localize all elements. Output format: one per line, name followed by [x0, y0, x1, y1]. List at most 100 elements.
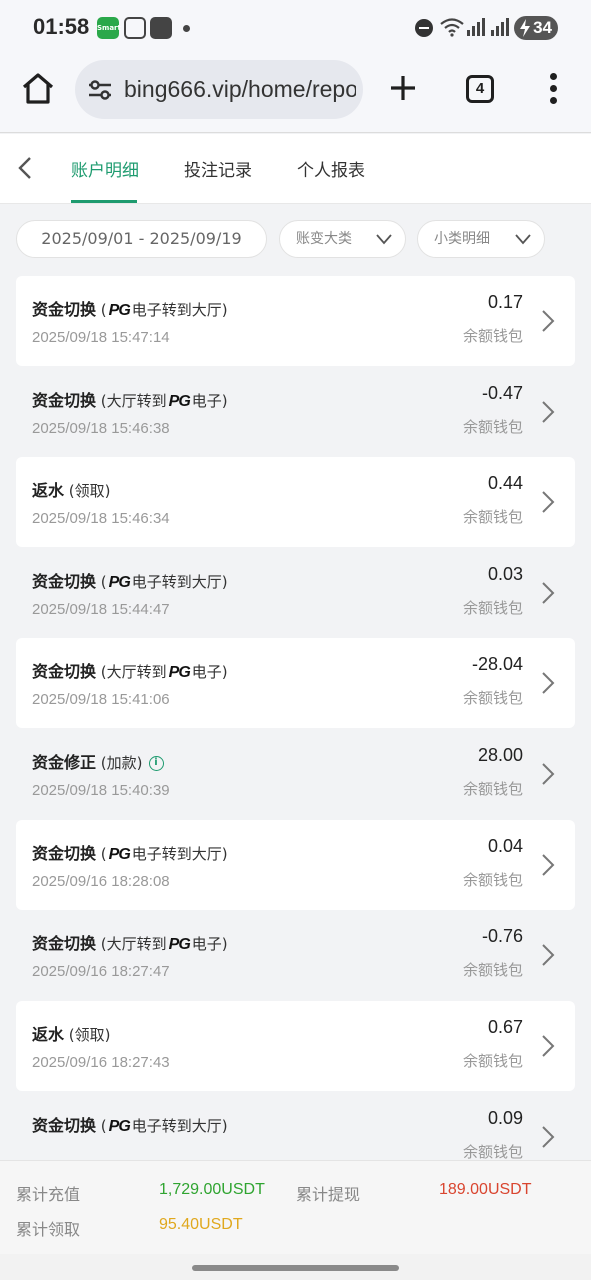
- list-item[interactable]: 资金切换 (大厅转到 PG 电子) 2025/09/16 18:27:47 -0.7…: [16, 910, 575, 1000]
- subcategory-select-label: 小类明细: [434, 231, 490, 247]
- chevron-right-icon: [542, 854, 555, 876]
- gesture-bar[interactable]: [192, 1265, 399, 1271]
- record-wallet: 余额钱包: [462, 1052, 523, 1070]
- smart-app-icon: Smart: [97, 17, 121, 39]
- record-amount: 0.67: [487, 1017, 523, 1037]
- total-withdraw-value: 189.00USDT: [439, 1181, 532, 1198]
- total-claim-value: 95.40USDT: [159, 1216, 243, 1233]
- address-bar[interactable]: bing666.vip/home/repo: [75, 60, 363, 119]
- record-wallet: 余额钱包: [462, 780, 523, 798]
- chevron-right-icon: [542, 401, 555, 423]
- url-text[interactable]: bing666.vip/home/repo: [124, 76, 356, 103]
- signal-icon: [491, 18, 509, 36]
- home-icon[interactable]: [20, 71, 56, 107]
- total-deposit-label: 累计充值: [16, 1185, 81, 1204]
- filter-bar: 2025/09/01 - 2025/09/19 账变大类 小类明细: [0, 205, 591, 275]
- record-datetime: 2025/09/16 18:27:43: [32, 1054, 170, 1071]
- list-item[interactable]: 资金切换 (大厅转到 PG 电子) 2025/09/18 15:46:38 -0.4…: [16, 367, 575, 457]
- notification-dot-icon: [183, 25, 190, 32]
- record-title: 资金切换 (PG 电子转到大厅): [32, 844, 228, 863]
- pg-logo-icon: PG: [168, 664, 191, 681]
- record-datetime: 2025/09/18 15:40:39: [32, 782, 170, 799]
- tab-account-details[interactable]: 账户明细: [71, 156, 139, 181]
- record-amount: 0.17: [487, 292, 523, 312]
- site-settings-icon[interactable]: [87, 79, 113, 101]
- do-not-disturb-icon: [415, 19, 433, 37]
- info-icon[interactable]: i: [148, 756, 164, 771]
- status-bar: 01:58 Smart 34: [0, 0, 591, 56]
- battery-indicator: 34: [514, 16, 558, 40]
- active-tab-indicator: [71, 200, 137, 203]
- record-wallet: 余额钱包: [462, 961, 523, 979]
- record-amount: 0.04: [487, 836, 523, 856]
- list-item[interactable]: 资金修正 (加款) i 2025/09/18 15:40:39 28.00 余额钱…: [16, 729, 575, 819]
- record-amount: 28.00: [477, 745, 523, 765]
- summary-panel: 累计充值 1,729.00USDT 累计提现 189.00USDT 累计领取 9…: [0, 1160, 591, 1254]
- tab-personal-report[interactable]: 个人报表: [297, 156, 365, 181]
- category-select[interactable]: 账变大类: [279, 220, 406, 258]
- chevron-right-icon: [542, 1035, 555, 1057]
- pg-logo-icon: PG: [108, 846, 131, 863]
- chevron-right-icon: [542, 310, 555, 332]
- pg-logo-icon: PG: [108, 574, 131, 591]
- record-datetime: 2025/09/18 15:46:38: [32, 420, 170, 437]
- record-wallet: 余额钱包: [462, 327, 523, 345]
- record-datetime: 2025/09/18 15:46:34: [32, 510, 170, 527]
- total-claim-label: 累计领取: [16, 1220, 81, 1239]
- chevron-down-icon: [376, 234, 392, 245]
- record-datetime: 2025/09/18 15:44:47: [32, 601, 170, 618]
- charging-bolt-icon: [520, 19, 530, 37]
- pg-logo-icon: PG: [108, 1118, 131, 1135]
- record-title: 资金切换 (大厅转到 PG 电子): [32, 934, 228, 953]
- record-title: 资金修正 (加款) i: [32, 749, 164, 773]
- more-menu-icon[interactable]: [545, 73, 561, 105]
- chevron-right-icon: [542, 672, 555, 694]
- record-wallet: 余额钱包: [462, 1143, 523, 1160]
- list-item[interactable]: 资金切换 (大厅转到 PG 电子) 2025/09/18 15:41:06 -28.…: [16, 638, 575, 728]
- list-item[interactable]: 资金切换 (PG 电子转到大厅) 2025/09/16 18:28:08 0.04…: [16, 820, 575, 910]
- pg-logo-icon: PG: [168, 393, 191, 410]
- chevron-right-icon: [542, 582, 555, 604]
- record-wallet: 余额钱包: [462, 508, 523, 526]
- chevron-right-icon: [542, 491, 555, 513]
- record-amount: -28.04: [471, 654, 523, 674]
- pg-logo-icon: PG: [168, 936, 191, 953]
- browser-toolbar: bing666.vip/home/repo 4: [0, 56, 591, 133]
- chevron-right-icon: [542, 1126, 555, 1148]
- record-title: 资金切换 (大厅转到 PG 电子): [32, 391, 228, 410]
- record-title: 资金切换 (大厅转到 PG 电子): [32, 662, 228, 681]
- record-amount: 0.03: [487, 564, 523, 584]
- back-arrow-icon[interactable]: [14, 154, 38, 182]
- report-header: 账户明细 投注记录 个人报表: [0, 134, 591, 204]
- record-title: 资金切换 (PG 电子转到大厅): [32, 1116, 228, 1135]
- battery-level: 34: [533, 18, 552, 37]
- list-item[interactable]: 资金切换 (PG 电子转到大厅) 0.09 余额钱包: [16, 1092, 575, 1160]
- total-deposit-value: 1,729.00USDT: [159, 1181, 265, 1198]
- category-select-label: 账变大类: [296, 231, 352, 247]
- record-amount: 0.09: [487, 1108, 523, 1128]
- chevron-right-icon: [542, 763, 555, 785]
- tab-bet-records[interactable]: 投注记录: [184, 156, 252, 181]
- record-datetime: 2025/09/16 18:27:47: [32, 963, 170, 980]
- chevron-down-icon: [515, 234, 531, 245]
- shopping-bag-icon: [150, 17, 172, 39]
- list-item[interactable]: 返水 (领取) 2025/09/18 15:46:34 0.44 余额钱包: [16, 457, 575, 547]
- list-item[interactable]: 资金切换 (PG 电子转到大厅) 2025/09/18 15:47:14 0.17…: [16, 276, 575, 366]
- record-title: 返水 (领取): [32, 1025, 111, 1044]
- list-item[interactable]: 返水 (领取) 2025/09/16 18:27:43 0.67 余额钱包: [16, 1001, 575, 1091]
- date-range-picker[interactable]: 2025/09/01 - 2025/09/19: [16, 220, 267, 258]
- record-wallet: 余额钱包: [462, 689, 523, 707]
- record-amount: 0.44: [487, 473, 523, 493]
- total-withdraw-label: 累计提现: [296, 1185, 361, 1204]
- record-wallet: 余额钱包: [462, 418, 523, 436]
- record-datetime: 2025/09/18 15:41:06: [32, 691, 170, 708]
- record-wallet: 余额钱包: [462, 871, 523, 889]
- list-item[interactable]: 资金切换 (PG 电子转到大厅) 2025/09/18 15:44:47 0.03…: [16, 548, 575, 638]
- chevron-right-icon: [542, 944, 555, 966]
- record-amount: -0.47: [481, 383, 523, 403]
- subcategory-select[interactable]: 小类明细: [417, 220, 545, 258]
- scan-icon: [124, 17, 146, 39]
- new-tab-icon[interactable]: [385, 70, 421, 106]
- tab-switcher-button[interactable]: 4: [466, 75, 494, 103]
- signal-icon: [467, 18, 485, 36]
